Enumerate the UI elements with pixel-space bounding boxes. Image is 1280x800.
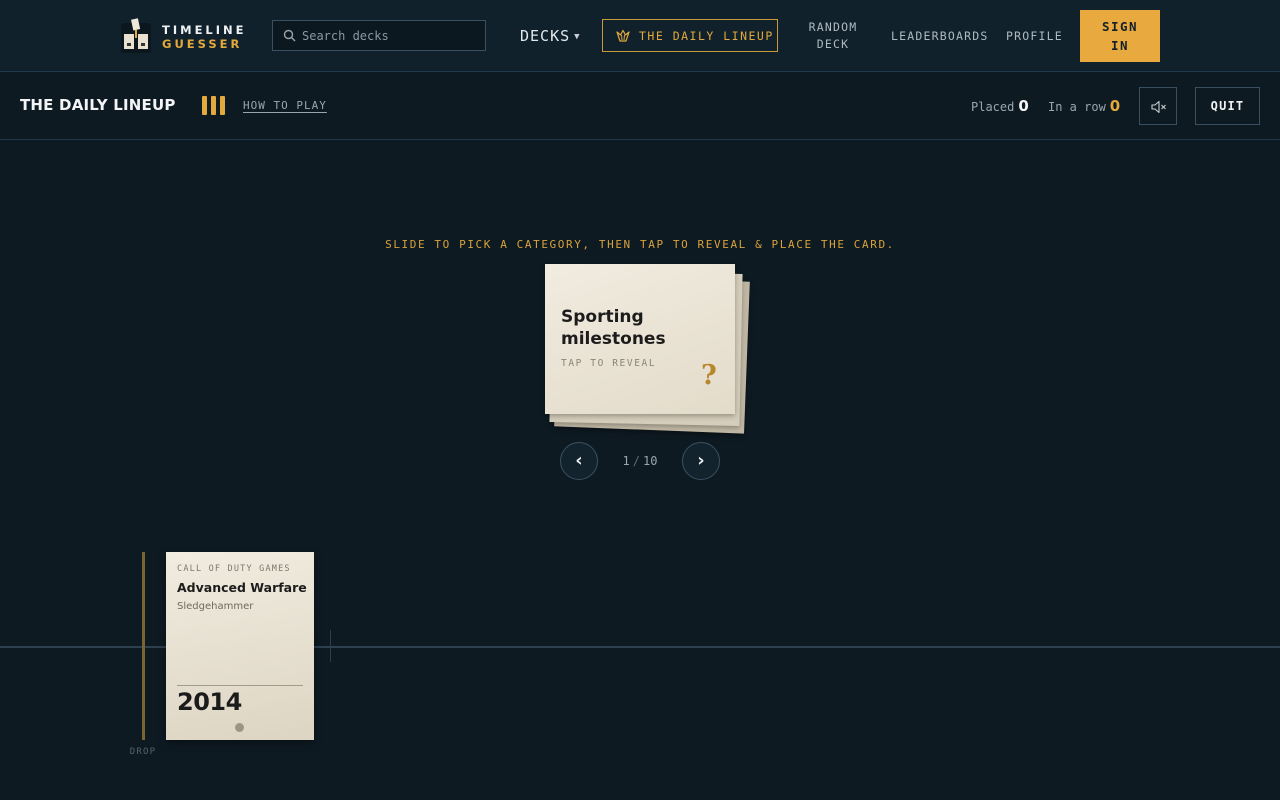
pager-current: 1 bbox=[622, 454, 630, 468]
placed-value: 0 bbox=[1018, 97, 1029, 115]
category-pager-count: 1/10 bbox=[600, 454, 680, 468]
next-category-button[interactable]: › bbox=[682, 442, 720, 480]
timeline-card-dot bbox=[235, 723, 244, 732]
quit-button[interactable]: QUIT bbox=[1195, 87, 1260, 125]
drop-zone[interactable] bbox=[142, 552, 145, 740]
drop-label: DROP bbox=[129, 747, 157, 757]
logo-line-1: TIMELINE bbox=[162, 23, 247, 37]
search-box[interactable] bbox=[272, 20, 486, 51]
game-bar: THE DAILY LINEUP HOW TO PLAY Placed 0 In … bbox=[0, 73, 1280, 140]
streak-label: In a row bbox=[1048, 100, 1106, 114]
previous-category-button[interactable]: ‹ bbox=[560, 442, 598, 480]
chevron-right-icon: › bbox=[697, 450, 705, 471]
logo-cards-icon bbox=[121, 18, 151, 53]
logo[interactable]: TIMELINE GUESSER bbox=[119, 17, 259, 55]
timeline-card-title: Advanced Warfare bbox=[177, 580, 307, 595]
top-nav: TIMELINE GUESSER DECKS▼ THE DAILY LINEUP… bbox=[0, 0, 1280, 72]
random-deck-line-2: DECK bbox=[816, 37, 850, 51]
streak-value: 0 bbox=[1109, 97, 1121, 115]
timeline-slot-marker bbox=[330, 630, 331, 662]
category-deck[interactable]: Sporting milestones TAP TO REVEAL ? bbox=[545, 264, 755, 434]
timeline-card-deck: CALL OF DUTY GAMES bbox=[177, 564, 291, 574]
timeline-card-divider bbox=[177, 685, 303, 686]
sign-in-line-1: SIGN bbox=[1101, 19, 1139, 34]
timeline-card: CALL OF DUTY GAMES Advanced Warfare Sled… bbox=[166, 552, 314, 740]
pager-total: 10 bbox=[643, 454, 658, 468]
game-title: THE DAILY LINEUP bbox=[20, 96, 176, 114]
sign-in-line-2: IN bbox=[1110, 38, 1130, 53]
logo-text: TIMELINE GUESSER bbox=[162, 23, 247, 51]
mute-icon bbox=[1151, 100, 1166, 114]
random-deck-line-1: RANDOM bbox=[808, 20, 858, 34]
category-title: Sporting milestones bbox=[561, 307, 666, 349]
crown-cards-icon bbox=[616, 29, 630, 42]
decks-menu[interactable]: DECKS ▼ bbox=[520, 27, 581, 45]
random-deck-link[interactable]: RANDOM DECK bbox=[803, 19, 863, 53]
tap-to-reveal-hint: TAP TO REVEAL bbox=[561, 358, 657, 369]
mute-button[interactable] bbox=[1139, 87, 1177, 125]
timeline-card-year: 2014 bbox=[177, 688, 242, 716]
how-to-play-link[interactable]: HOW TO PLAY bbox=[243, 99, 327, 112]
category-card[interactable]: Sporting milestones TAP TO REVEAL ? bbox=[545, 264, 735, 414]
search-input[interactable] bbox=[302, 21, 482, 50]
placed-label: Placed bbox=[971, 100, 1015, 114]
leaderboards-link[interactable]: LEADERBOARDS bbox=[891, 29, 988, 43]
placed-stat: Placed 0 bbox=[971, 97, 1029, 115]
chevron-down-icon: ▼ bbox=[574, 32, 581, 42]
chevron-left-icon: ‹ bbox=[575, 450, 583, 471]
timeline-card-subtitle: Sledgehammer bbox=[177, 601, 254, 612]
profile-link[interactable]: PROFILE bbox=[1006, 29, 1063, 43]
streak-stat: In a row 0 bbox=[1048, 97, 1120, 115]
daily-progress-bars-icon bbox=[202, 96, 228, 116]
pager-separator: / bbox=[632, 454, 640, 468]
sign-in-button[interactable]: SIGN IN bbox=[1080, 10, 1160, 62]
daily-lineup-button[interactable]: THE DAILY LINEUP bbox=[602, 19, 778, 52]
question-mark-icon: ? bbox=[701, 360, 717, 391]
logo-line-2: GUESSER bbox=[162, 37, 243, 51]
decks-label: DECKS bbox=[520, 27, 571, 45]
search-icon bbox=[283, 29, 296, 42]
daily-lineup-label: THE DAILY LINEUP bbox=[639, 29, 774, 43]
instruction-text: SLIDE TO PICK A CATEGORY, THEN TAP TO RE… bbox=[385, 238, 895, 251]
